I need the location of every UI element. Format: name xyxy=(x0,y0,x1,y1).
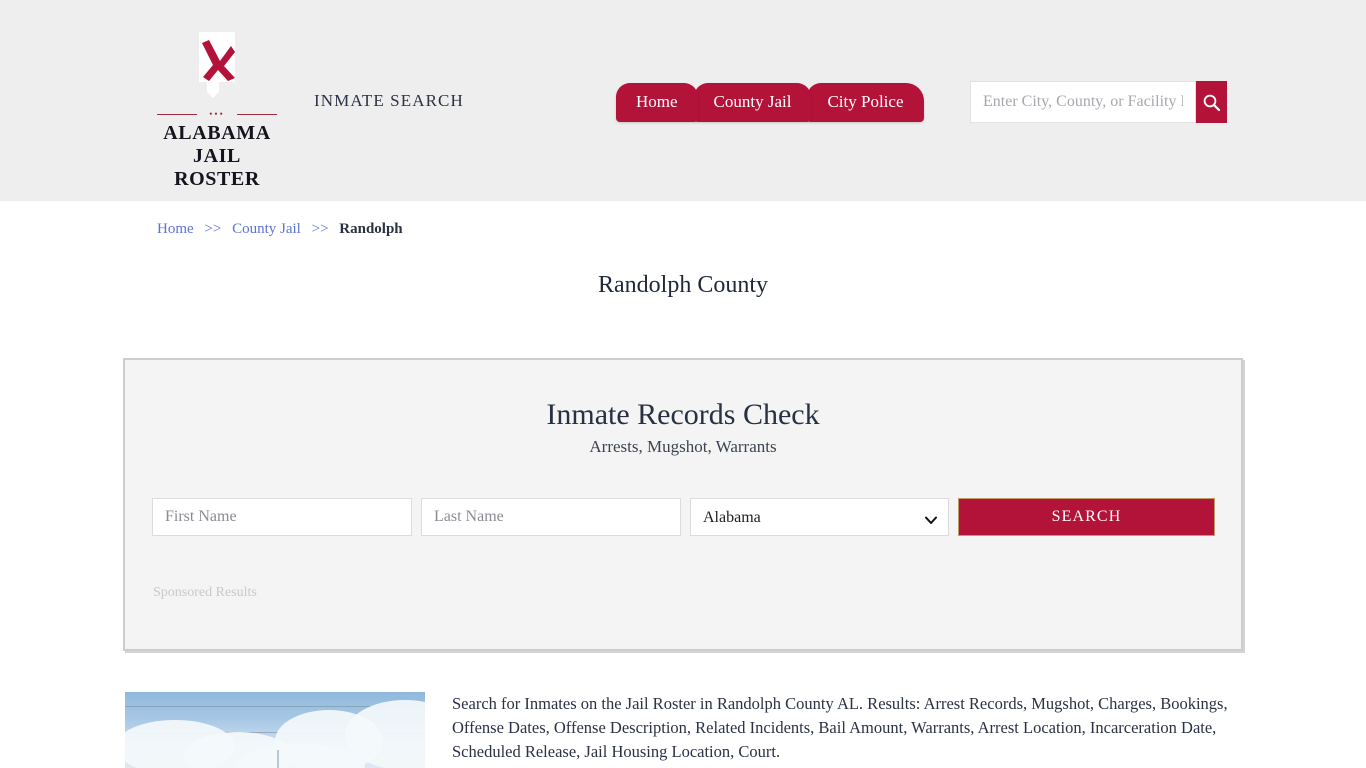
nav-item-city-police[interactable]: City Police xyxy=(807,83,923,122)
breadcrumb-separator: >> xyxy=(204,221,221,237)
inmate-search-form: Alabama SEARCH xyxy=(152,498,1216,536)
county-photo-thumbnail[interactable] xyxy=(125,692,425,768)
breadcrumb-item-current: Randolph xyxy=(339,221,402,237)
breadcrumb-item-county-jail[interactable]: County Jail xyxy=(232,221,301,237)
panel-subtitle: Arrests, Mugshot, Warrants xyxy=(125,437,1241,457)
panel-search-button[interactable]: SEARCH xyxy=(958,498,1215,536)
breadcrumb-item-home[interactable]: Home xyxy=(157,221,194,237)
header-search-button[interactable] xyxy=(1196,81,1227,123)
state-select-wrapper: Alabama xyxy=(690,498,949,536)
first-name-input[interactable] xyxy=(152,498,412,536)
nav-item-home[interactable]: Home xyxy=(616,83,698,122)
site-logo[interactable]: ••• ALABAMA JAIL ROSTER xyxy=(152,30,282,191)
page-description: Search for Inmates on the Jail Roster in… xyxy=(452,692,1242,764)
breadcrumb: Home >> County Jail >> Randolph xyxy=(157,221,403,238)
state-select[interactable]: Alabama xyxy=(690,498,949,536)
logo-divider: ••• xyxy=(157,110,277,120)
nav-item-county-jail[interactable]: County Jail xyxy=(694,83,812,122)
header-search-input[interactable] xyxy=(970,81,1196,123)
breadcrumb-separator: >> xyxy=(312,221,329,237)
site-header: ••• ALABAMA JAIL ROSTER INMATE SEARCH Ho… xyxy=(0,0,1366,201)
header-search xyxy=(970,81,1221,123)
logo-text-line2: JAIL ROSTER xyxy=(152,145,282,191)
sponsored-results-label: Sponsored Results xyxy=(153,585,257,601)
page-title: Randolph County xyxy=(0,272,1366,299)
last-name-input[interactable] xyxy=(421,498,681,536)
search-icon xyxy=(1202,93,1221,112)
main-navigation: Home County Jail City Police xyxy=(616,80,920,122)
site-tagline: INMATE SEARCH xyxy=(314,91,464,111)
logo-text-line1: ALABAMA xyxy=(152,122,282,145)
inmate-records-check-panel: Inmate Records Check Arrests, Mugshot, W… xyxy=(123,358,1243,651)
alabama-state-flag-icon xyxy=(185,30,249,106)
panel-title: Inmate Records Check xyxy=(125,398,1241,432)
logo-dots: ••• xyxy=(209,110,224,119)
